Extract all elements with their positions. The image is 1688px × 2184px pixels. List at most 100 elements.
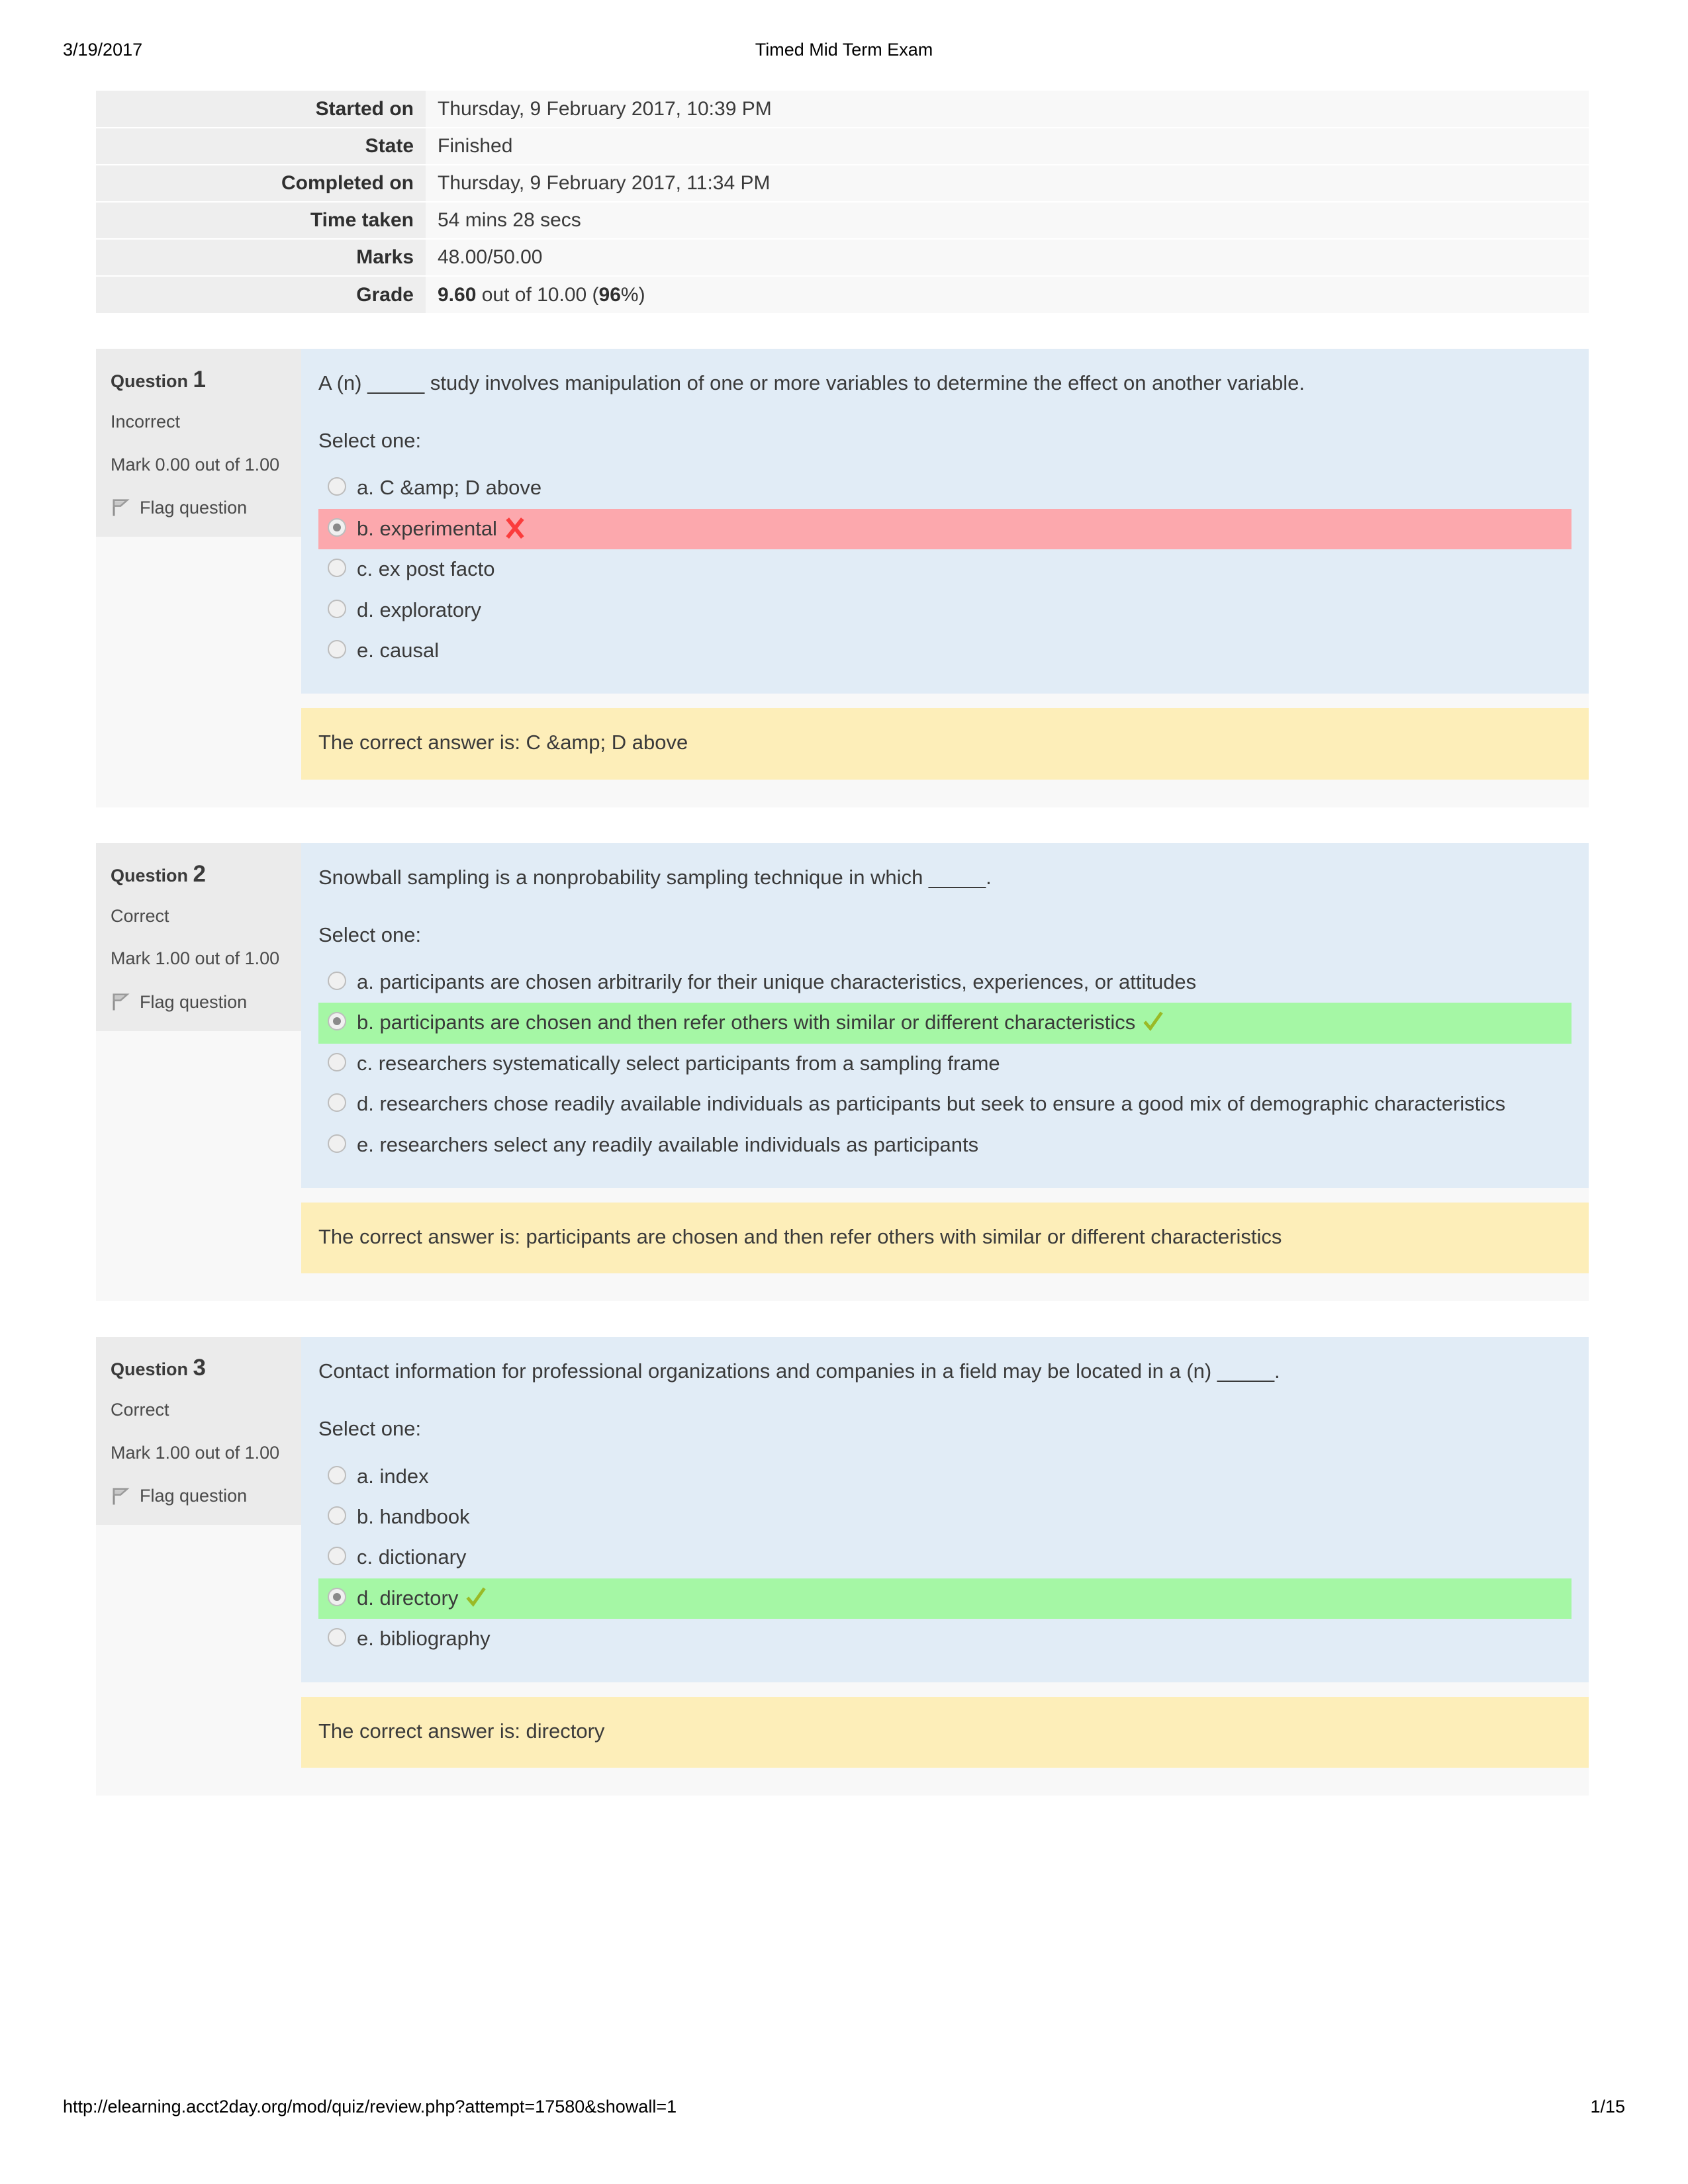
question-number: 2 (193, 860, 206, 887)
question-body: A (n) _____ study involves manipulation … (301, 349, 1589, 807)
answer-option-row: c. ex post facto (357, 555, 1565, 583)
question-number-heading: Question 3 (111, 1354, 287, 1382)
answer-radio-button[interactable] (328, 477, 346, 496)
flag-question-label: Flag question (140, 991, 248, 1012)
flag-question-label: Flag question (140, 497, 248, 518)
answer-option[interactable]: e. bibliography (318, 1619, 1571, 1659)
answer-radio-button[interactable] (328, 972, 346, 990)
question-state: Correct (111, 1400, 169, 1420)
answer-option-row: a. index (357, 1462, 1565, 1490)
answer-option[interactable]: b. participants are chosen and then refe… (318, 1003, 1571, 1044)
answer-option-row: e. causal (357, 636, 1565, 664)
question-info-pane: Question 2 Correct Mark 1.00 out of 1.00 Fl… (96, 842, 301, 1031)
answer-option-label: d. exploratory (357, 598, 481, 621)
question-block: Question 1 Incorrect Mark 0.00 out of 1.00… (96, 349, 1589, 807)
answer-option-label: d. researchers chose readily available i… (357, 1092, 1506, 1116)
answer-radio-button[interactable] (328, 599, 346, 618)
print-page-number: 1/15 (1590, 2097, 1625, 2116)
answer-option[interactable]: e. researchers select any readily availa… (318, 1125, 1571, 1165)
flag-question-button[interactable]: Flag question (111, 991, 287, 1014)
summary-value: Thursday, 9 February 2017, 10:39 PM (426, 91, 1589, 128)
summary-label: Marks (96, 239, 426, 277)
question-number: 3 (193, 1355, 206, 1381)
answer-option[interactable]: d. directory (318, 1578, 1571, 1619)
question-info-pane: Question 1 Incorrect Mark 0.00 out of 1.00… (96, 349, 301, 537)
answer-radio-button[interactable] (328, 1465, 346, 1484)
question-state: Correct (111, 905, 169, 926)
answer-option[interactable]: c. ex post facto (318, 549, 1571, 590)
summary-label: Grade (96, 276, 426, 313)
flag-question-button[interactable]: Flag question (111, 496, 287, 520)
correct-answer-feedback: The correct answer is: C &amp; D above (301, 708, 1589, 780)
answer-option-label: d. directory (357, 1586, 459, 1610)
question-info-pane: Question 3 Correct Mark 1.00 out of 1.00 Fl… (96, 1337, 301, 1525)
answer-option-row: e. researchers select any readily availa… (357, 1130, 1565, 1159)
summary-row: Marks 48.00/50.00 (96, 239, 1589, 277)
summary-row: Started on Thursday, 9 February 2017, 10:… (96, 91, 1589, 128)
answer-option[interactable]: b. experimental (318, 508, 1571, 550)
flag-question-button[interactable]: Flag question (111, 1484, 287, 1508)
answer-option-label: a. index (357, 1464, 429, 1488)
summary-value: Finished (426, 128, 1589, 165)
answer-option[interactable]: b. handbook (318, 1497, 1571, 1537)
answer-option-row: b. handbook (357, 1502, 1565, 1531)
answer-option[interactable]: a. C &amp; D above (318, 468, 1571, 508)
question-mark: Mark 1.00 out of 1.00 (111, 948, 280, 969)
flag-icon (111, 1486, 130, 1506)
answer-radio-button[interactable] (328, 639, 346, 659)
question-word: Question (111, 1359, 189, 1380)
question-state: Incorrect (111, 412, 181, 432)
check-mark-icon (465, 1586, 487, 1609)
answer-option-row: d. researchers chose readily available i… (357, 1089, 1565, 1118)
question-body: Contact information for professional org… (301, 1337, 1589, 1796)
grade-middle: out of 10.00 ( (476, 283, 599, 306)
answer-radio-button[interactable] (328, 1134, 346, 1153)
answer-radio-button[interactable] (328, 1587, 346, 1606)
answer-option-row: d. directory (357, 1584, 1565, 1612)
answer-option[interactable]: d. exploratory (318, 590, 1571, 631)
question-content: Snowball sampling is a nonprobability sa… (301, 842, 1589, 1188)
question-block: Question 3 Correct Mark 1.00 out of 1.00 Fl… (96, 1337, 1589, 1796)
answer-option-row: d. exploratory (357, 596, 1565, 624)
grade-suffix: %) (620, 283, 645, 306)
question-text: Contact information for professional org… (318, 1359, 1280, 1383)
answer-option[interactable]: c. dictionary (318, 1537, 1571, 1578)
answer-radio-button[interactable] (328, 1547, 346, 1566)
flag-icon (111, 498, 130, 518)
select-one-label: Select one: (318, 923, 422, 946)
answer-radio-button[interactable] (328, 1093, 346, 1113)
summary-row-grade: Grade 9.60 out of 10.00 (96%) (96, 276, 1589, 313)
answer-radio-button[interactable] (328, 559, 346, 578)
answer-option-label: b. participants are chosen and then refe… (357, 1011, 1136, 1034)
answer-option[interactable]: a. participants are chosen arbitrarily f… (318, 962, 1571, 1003)
summary-label: Started on (96, 91, 426, 128)
answer-radio-button[interactable] (328, 1012, 346, 1031)
summary-value: 48.00/50.00 (426, 239, 1589, 277)
question-number-heading: Question 2 (111, 860, 287, 888)
answer-option[interactable]: a. index (318, 1457, 1571, 1497)
page-content: Started on Thursday, 9 February 2017, 10:… (96, 91, 1589, 1796)
summary-value: 54 mins 28 secs (426, 202, 1589, 240)
answer-option[interactable]: e. causal (318, 631, 1571, 671)
question-text: A (n) _____ study involves manipulation … (318, 371, 1305, 394)
answer-option-row: b. participants are chosen and then refe… (357, 1008, 1565, 1036)
answer-radio-button[interactable] (328, 1052, 346, 1071)
answer-option[interactable]: c. researchers systematically select par… (318, 1044, 1571, 1084)
answer-option-label: e. bibliography (357, 1627, 491, 1651)
print-header: 3/19/2017 Timed Mid Term Exam (0, 40, 1688, 66)
cross-mark-icon (504, 517, 526, 539)
print-footer: http://elearning.acct2day.org/mod/quiz/r… (0, 2097, 1688, 2123)
answer-radio-button[interactable] (328, 1628, 346, 1647)
answer-options-list: a. index b. handbook c. dictionary d. direc… (318, 1457, 1571, 1660)
answer-option-label: a. C &amp; D above (357, 476, 542, 500)
question-number: 1 (193, 367, 206, 392)
correct-answer-feedback: The correct answer is: participants are … (301, 1202, 1589, 1274)
question-text: Snowball sampling is a nonprobability sa… (318, 865, 992, 889)
answer-radio-button[interactable] (328, 518, 346, 537)
answer-option-label: a. participants are chosen arbitrarily f… (357, 970, 1197, 993)
answer-option[interactable]: d. researchers chose readily available i… (318, 1084, 1571, 1124)
questions-container: Question 1 Incorrect Mark 0.00 out of 1.00… (96, 349, 1589, 1796)
answer-option-label: e. causal (357, 638, 440, 662)
answer-radio-button[interactable] (328, 1506, 346, 1525)
question-number-heading: Question 1 (111, 366, 287, 394)
